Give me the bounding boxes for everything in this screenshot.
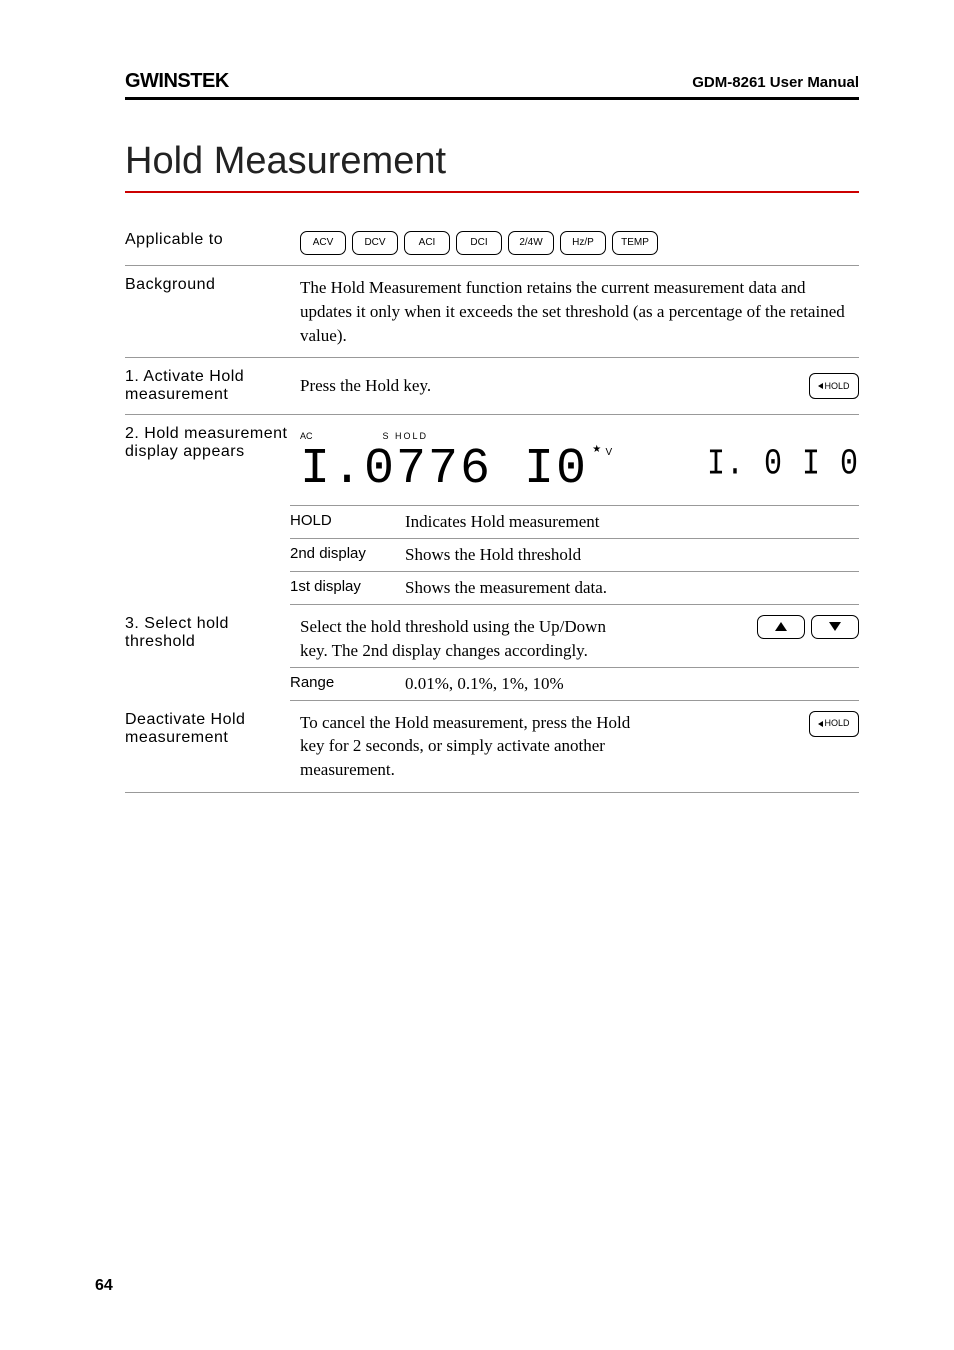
mode-btn-aci: ACI	[404, 231, 450, 255]
main-title: Hold Measurement	[125, 140, 859, 183]
disp-second-reading: I. 0 I 0	[707, 440, 859, 506]
mode-btn-dci: DCI	[456, 231, 502, 255]
section-step2: 2. Hold measurement display appears AC S…	[125, 415, 859, 505]
step1-text: Press the Hold key.	[300, 374, 431, 398]
range-text: 0.01%, 0.1%, 1%, 10%	[405, 674, 859, 694]
background-label: Background	[125, 276, 300, 347]
brand-logo: GWINSTEK	[125, 70, 229, 93]
applicable-buttons: ACV DCV ACI DCI 2/4W Hz/P TEMP	[300, 231, 859, 255]
mode-btn-acv: ACV	[300, 231, 346, 255]
mode-btn-temp: TEMP	[612, 231, 658, 255]
background-text: The Hold Measurement function retains th…	[300, 276, 859, 347]
up-arrow-icon	[775, 622, 787, 631]
section-background: Background The Hold Measurement function…	[125, 266, 859, 358]
manual-title: GDM-8261 User Manual	[692, 74, 859, 91]
page-header: GWINSTEK GDM-8261 User Manual	[125, 70, 859, 100]
step3-label: 3. Select hold threshold	[125, 615, 300, 663]
d1-sub-text: Shows the measurement data.	[405, 578, 859, 598]
mode-btn-24w: 2/4W	[508, 231, 554, 255]
deact-label: Deactivate Hold measurement	[125, 711, 300, 782]
disp-main-reading: I.0776 I0	[300, 441, 588, 498]
section-step3: 3. Select hold threshold Select the hold…	[125, 605, 859, 667]
mode-btn-hzp: Hz/P	[560, 231, 606, 255]
page-number: 64	[95, 1277, 113, 1295]
d2-sub-label: 2nd display	[290, 545, 405, 565]
step3-text: Select the hold threshold using the Up/D…	[300, 615, 630, 663]
section-step1: 1. Activate Hold measurement Press the H…	[125, 358, 859, 415]
title-rule	[125, 191, 859, 193]
deact-text: To cancel the Hold measurement, press th…	[300, 711, 640, 782]
step2-label: 2. Hold measurement display appears	[125, 425, 300, 505]
section-applicable: Applicable to ACV DCV ACI DCI 2/4W Hz/P …	[125, 221, 859, 266]
d2-sub-text: Shows the Hold threshold	[405, 545, 859, 565]
lcd-display: AC S HOLD I.0776 I0 ★ V I. 0 I 0	[300, 425, 859, 505]
hold-sub-text: Indicates Hold measurement	[405, 512, 859, 532]
hold-key: HOLD	[809, 373, 859, 399]
disp-unit: V	[606, 447, 613, 458]
down-arrow-icon	[829, 622, 841, 631]
hold-key-2: HOLD	[809, 711, 859, 737]
d1-sub-label: 1st display	[290, 578, 405, 598]
hold-sub-label: HOLD	[290, 512, 405, 532]
left-arrow-icon-2	[818, 721, 823, 727]
up-key	[757, 615, 805, 639]
section-deactivate: Deactivate Hold measurement To cancel th…	[125, 701, 859, 793]
left-arrow-icon	[818, 383, 823, 389]
applicable-label: Applicable to	[125, 231, 300, 255]
step1-label: 1. Activate Hold measurement	[125, 368, 300, 404]
mode-btn-dcv: DCV	[352, 231, 398, 255]
range-label: Range	[290, 674, 405, 694]
down-key	[811, 615, 859, 639]
